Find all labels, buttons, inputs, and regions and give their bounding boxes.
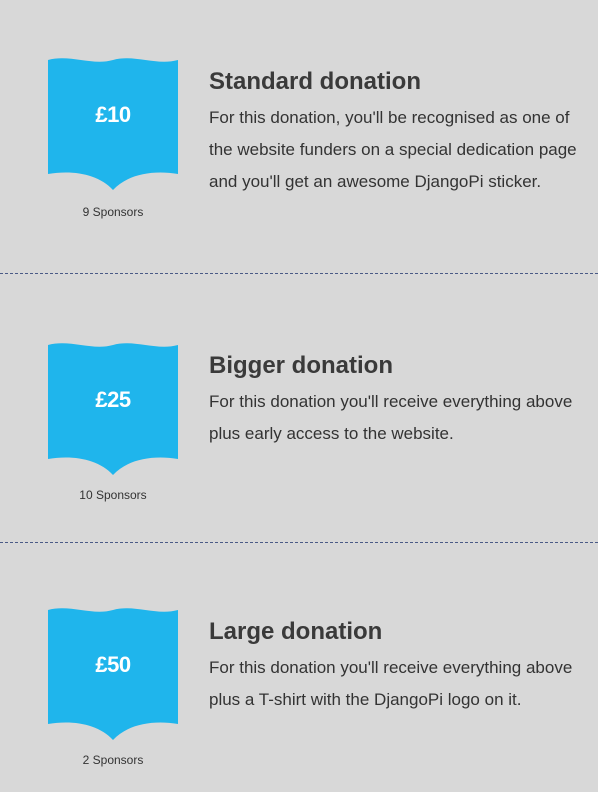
tier-title: Standard donation (209, 68, 421, 95)
tier-title: Bigger donation (209, 352, 393, 379)
donation-tier-standard[interactable]: £10 9 Sponsors Standard donation For thi… (0, 0, 598, 274)
price-amount: £25 (95, 387, 131, 412)
price-amount: £50 (95, 652, 131, 677)
price-amount: £10 (95, 102, 131, 127)
tier-title: Large donation (209, 618, 383, 645)
sponsor-count: 9 Sponsors (82, 205, 144, 219)
donation-panel: £10 9 Sponsors Standard donation For thi… (0, 0, 598, 792)
tier-separator (0, 542, 598, 543)
donation-tier-large[interactable]: £50 2 Sponsors Large donation For this d… (0, 544, 598, 792)
donation-tier-bigger[interactable]: £25 10 Sponsors Bigger donation For this… (0, 274, 598, 544)
sponsor-count: 2 Sponsors (82, 753, 144, 767)
tier-description: For this donation, you'll be recognised … (209, 108, 577, 191)
tier-description: For this donation you'll receive everyth… (209, 658, 573, 709)
sponsor-count: 10 Sponsors (79, 488, 147, 502)
tier-description: For this donation you'll receive everyth… (209, 392, 573, 443)
